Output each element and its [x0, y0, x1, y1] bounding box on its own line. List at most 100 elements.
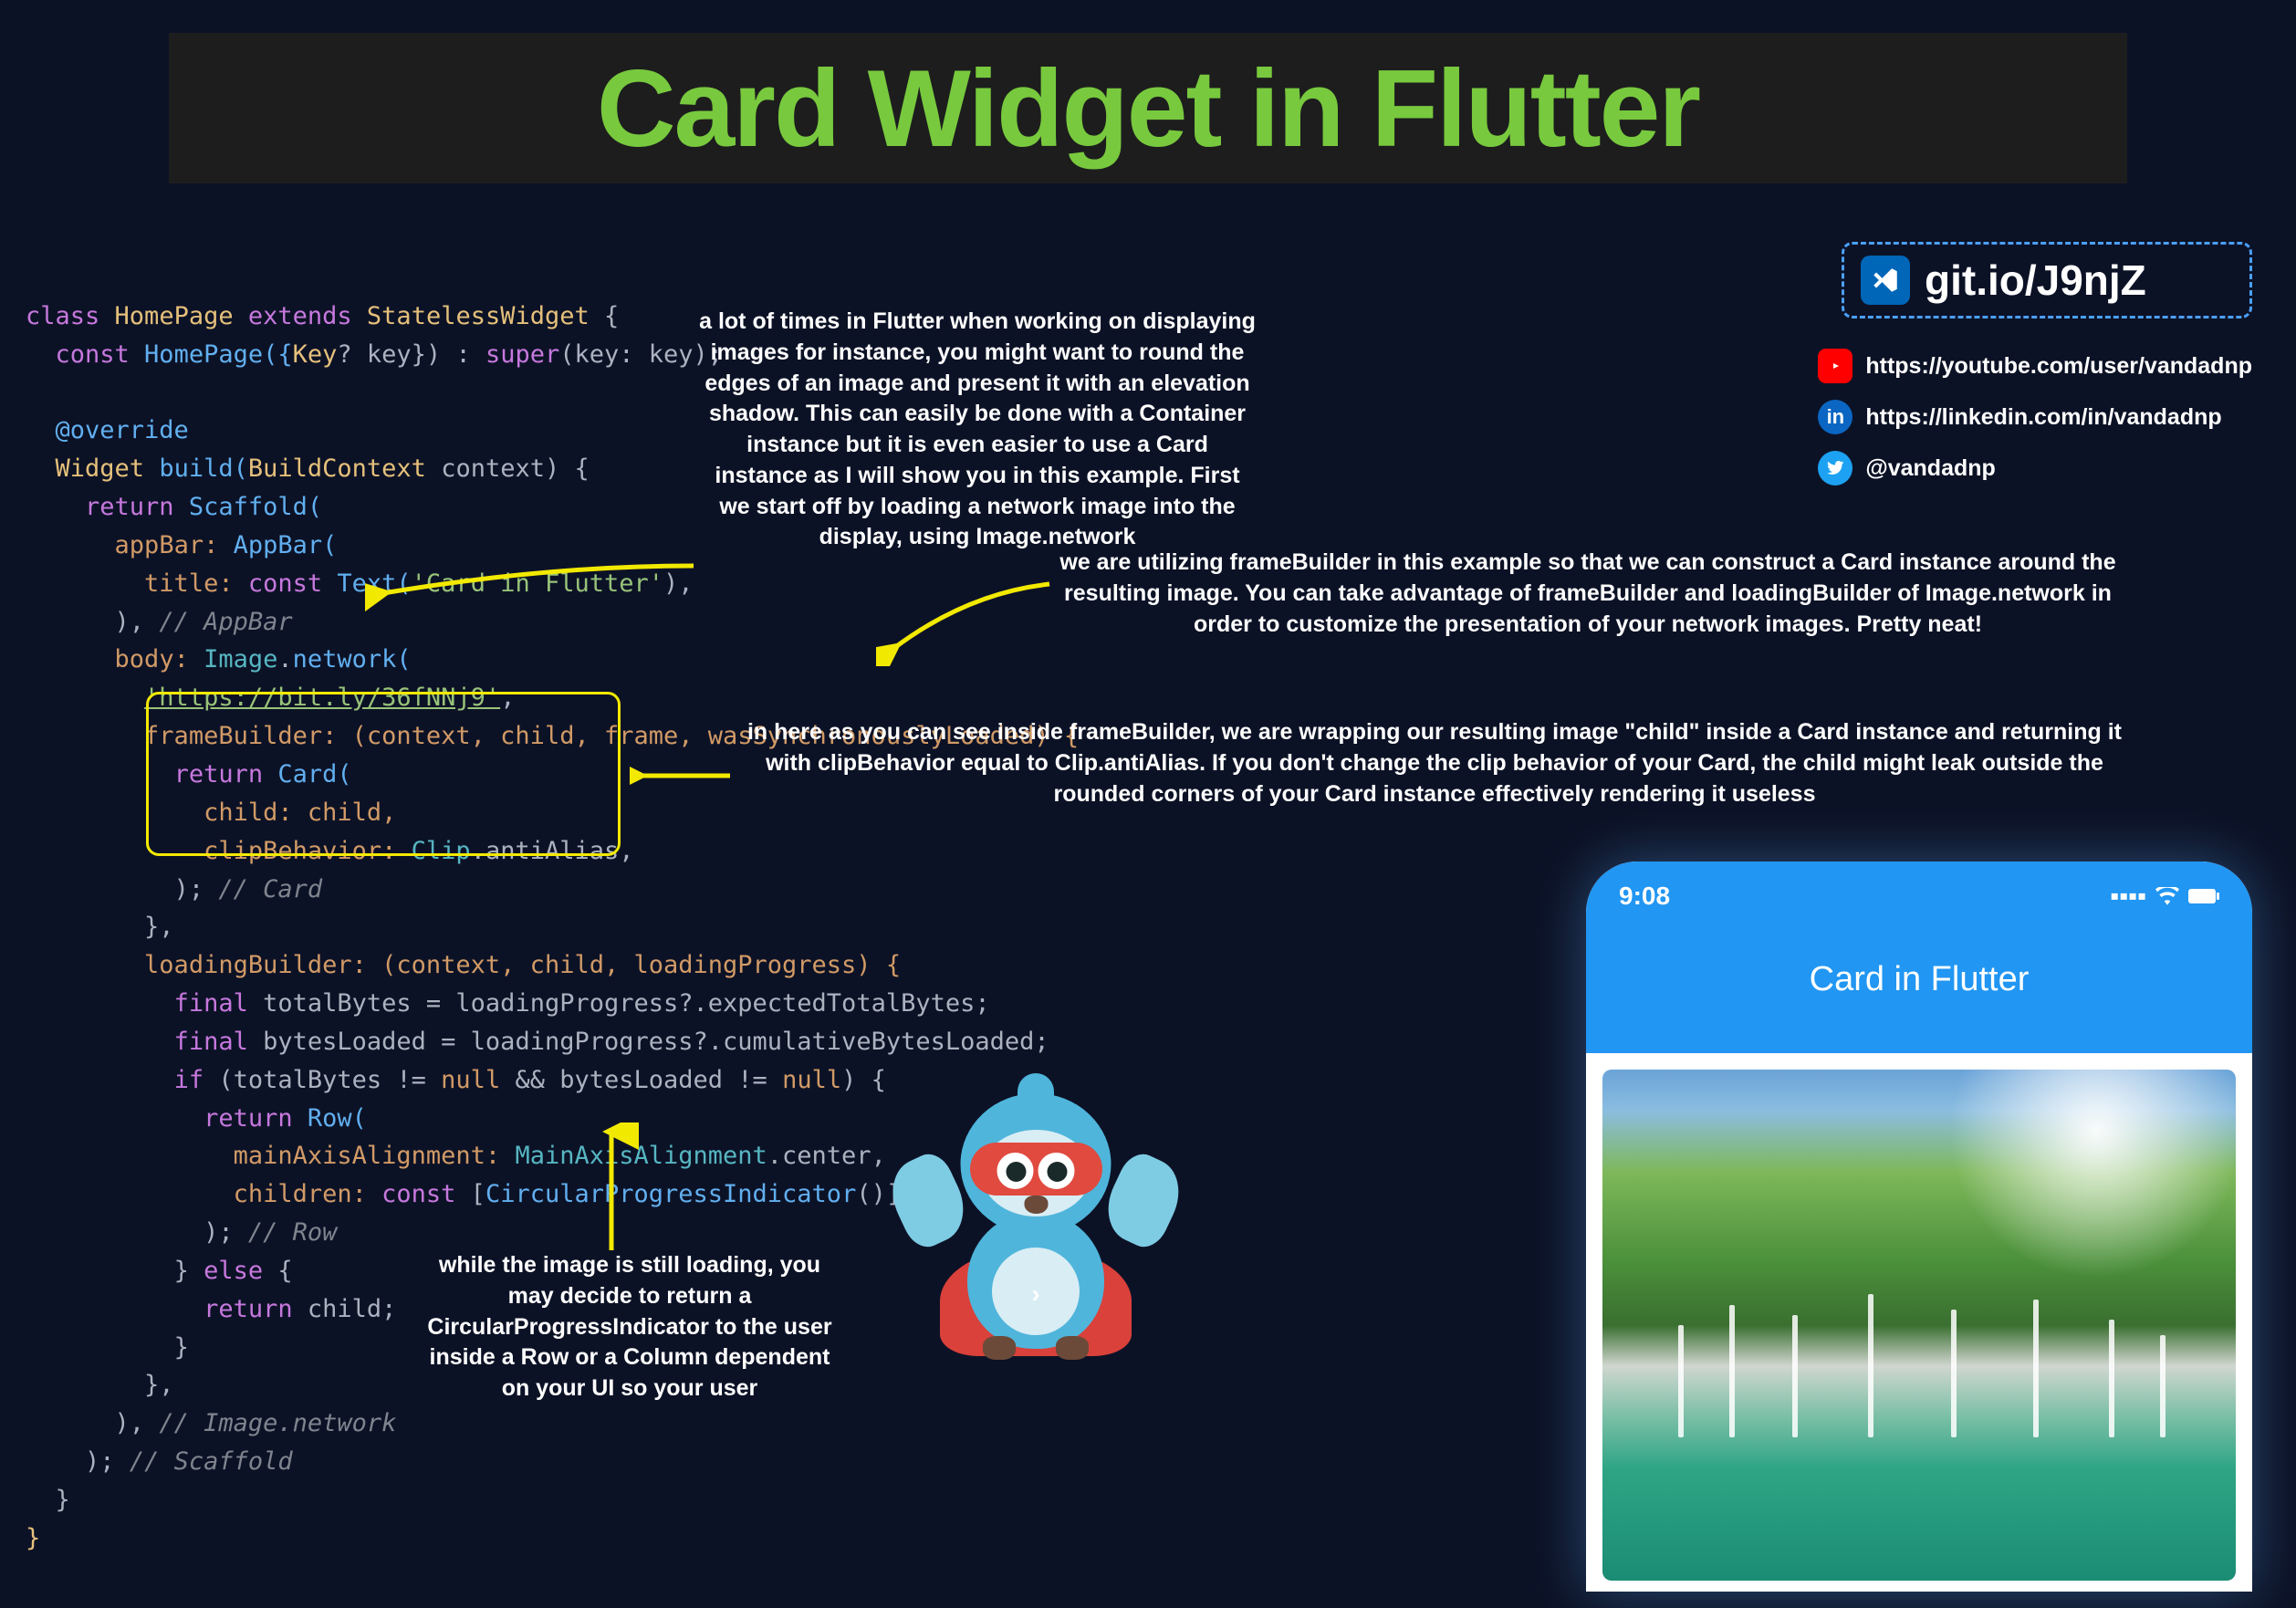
prm-title: title:	[144, 569, 248, 598]
arr-open: [	[455, 1180, 485, 1208]
dot: .	[277, 645, 292, 673]
phone-mockup: 9:08 ▪▪▪▪ Card in Flutter	[1586, 861, 2252, 1592]
network-call: network(	[293, 645, 412, 673]
youtube-text: https://youtube.com/user/vandadnp	[1865, 353, 2252, 380]
close-fb: },	[144, 913, 174, 941]
else-brace: {	[263, 1257, 293, 1285]
type-bc: BuildContext	[248, 454, 426, 483]
prm-appbar: appBar:	[115, 531, 234, 559]
phone-appbar-title: Card in Flutter	[1586, 960, 2252, 999]
com-card: // Card	[218, 875, 322, 903]
else-close: }	[174, 1257, 204, 1285]
twitter-text: @vandadnp	[1865, 455, 1995, 482]
close-card: );	[174, 875, 219, 903]
q: ?	[337, 340, 351, 369]
annotation-2: we are utilizing frameBuilder in this ex…	[1040, 548, 2135, 640]
status-time: 9:08	[1619, 882, 1670, 911]
param-ctx: context) {	[426, 454, 590, 483]
url-string: 'https://bit.ly/36fNNj9'	[144, 684, 500, 712]
linkedin-text: https://linkedin.com/in/vandadnp	[1865, 404, 2221, 431]
prm-clip: clipBehavior:	[204, 837, 412, 865]
kw-return4: return	[204, 1295, 293, 1323]
wifi-icon	[2155, 887, 2179, 905]
row-call: Row(	[293, 1104, 367, 1133]
kw-class: class	[26, 302, 99, 330]
close-else: }	[174, 1333, 189, 1362]
social-links: https://youtube.com/user/vandadnp in htt…	[1818, 349, 2252, 486]
clip-cls: Clip	[412, 837, 471, 865]
title-bar: Card Widget in Flutter	[169, 33, 2127, 183]
maa: mainAxisAlignment:	[234, 1142, 516, 1170]
close-scaf: );	[85, 1447, 130, 1476]
arrow-2	[876, 575, 1059, 666]
fn-build: build(	[144, 454, 248, 483]
close-build: }	[56, 1486, 70, 1514]
close-row: );	[204, 1218, 248, 1247]
annotation-3: in here as you can see inside frameBuild…	[732, 717, 2137, 809]
prm-body: body:	[115, 645, 204, 673]
kw-const3: const	[381, 1180, 455, 1208]
page-title: Card Widget in Flutter	[597, 46, 1699, 172]
kw-const2: const	[248, 569, 322, 598]
children: children:	[234, 1180, 382, 1208]
cpi: CircularProgressIndicator	[485, 1180, 856, 1208]
and: && bytesLoaded !=	[500, 1066, 782, 1094]
twitter-link[interactable]: @vandadnp	[1818, 451, 2252, 486]
kw-return: return	[85, 493, 174, 521]
appbar-call: AppBar(	[234, 531, 338, 559]
annotation-1: a lot of times in Flutter when working o…	[699, 307, 1256, 553]
vscode-icon	[1861, 256, 1910, 305]
dash-mascot: ›	[899, 1048, 1173, 1349]
kw-else: else	[204, 1257, 263, 1285]
cls-stateless: StatelessWidget	[367, 302, 590, 330]
kw-return3: return	[204, 1104, 293, 1133]
comma: ,	[500, 684, 515, 712]
antialias: .antiAlias,	[471, 837, 634, 865]
arrow-4	[584, 1122, 639, 1259]
maa-cls: MainAxisAlignment	[515, 1142, 767, 1170]
youtube-link[interactable]: https://youtube.com/user/vandadnp	[1818, 349, 2252, 383]
close-class: }	[26, 1524, 40, 1552]
kw-final1: final	[174, 989, 248, 1018]
card-call: Card(	[263, 760, 352, 788]
arrow-3	[630, 757, 739, 794]
param-key: key}) :	[352, 340, 485, 369]
null2: null	[782, 1066, 841, 1094]
status-icons: ▪▪▪▪	[2110, 882, 2219, 911]
arrow-1	[365, 557, 703, 630]
image-cls: Image	[204, 645, 277, 673]
type-key: Key	[293, 340, 338, 369]
twitter-icon	[1818, 451, 1852, 486]
kw-super: super	[485, 340, 559, 369]
phone-card-image	[1602, 1070, 2236, 1581]
com-img: // Image.network	[159, 1409, 396, 1437]
com-row: // Row	[248, 1218, 338, 1247]
close-lb: },	[144, 1371, 174, 1399]
kw-extends: extends	[248, 302, 352, 330]
phone-appbar: 9:08 ▪▪▪▪ Card in Flutter	[1586, 861, 2252, 1053]
source-link-box[interactable]: git.io/J9njZ	[1842, 242, 2252, 318]
ctor: HomePage({	[130, 340, 293, 369]
null1: null	[441, 1066, 500, 1094]
linkedin-link[interactable]: in https://linkedin.com/in/vandadnp	[1818, 400, 2252, 434]
prm-child: child: child,	[204, 799, 396, 827]
linkedin-icon: in	[1818, 400, 1852, 434]
close-appbar: ),	[115, 608, 160, 636]
signal-icon: ▪▪▪▪	[2110, 882, 2146, 911]
cls-homepage: HomePage	[115, 302, 234, 330]
ret-child: child;	[293, 1295, 397, 1323]
com-scaf: // Scaffold	[130, 1447, 293, 1476]
center: .center,	[767, 1142, 886, 1170]
cond1: (totalBytes !=	[204, 1066, 441, 1094]
annotation-4: while the image is still loading, you ma…	[420, 1250, 840, 1404]
ifbrace: ) {	[841, 1066, 886, 1094]
battery-icon	[2188, 889, 2219, 903]
kw-return2: return	[174, 760, 264, 788]
totalbytes: totalBytes = loadingProgress?.expectedTo…	[248, 989, 990, 1018]
kw-const: const	[56, 340, 130, 369]
loadingbuilder: loadingBuilder: (context, child, loading…	[144, 951, 901, 979]
brace: {	[590, 302, 620, 330]
kw-final2: final	[174, 1028, 248, 1056]
com-appbar: // AppBar	[159, 608, 292, 636]
close-img: ),	[115, 1409, 160, 1437]
